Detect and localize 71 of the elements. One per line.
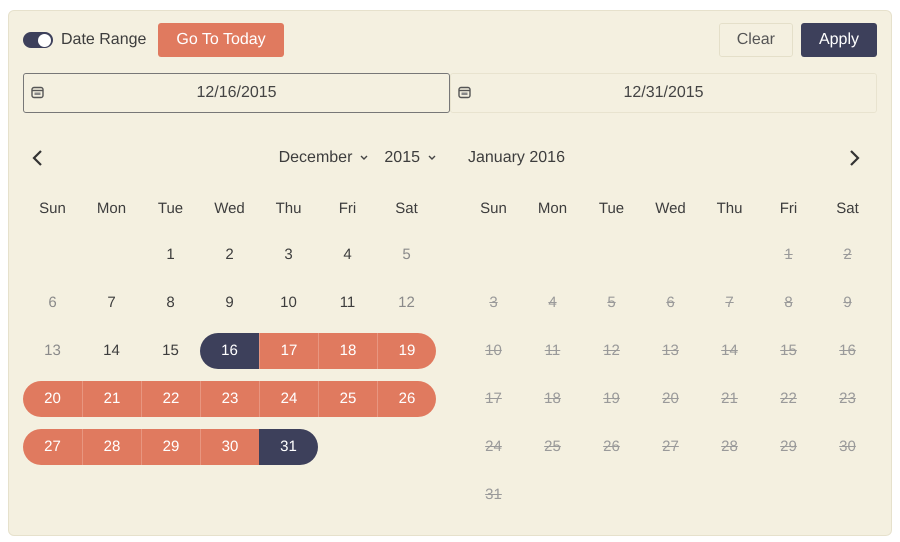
day-cell-text: 17 — [484, 388, 503, 409]
weekday-label: Mon — [96, 199, 128, 219]
day-cell-text: 5 — [606, 292, 617, 313]
day-cell[interactable]: 31 — [259, 429, 318, 465]
day-cell-text: 12 — [602, 340, 621, 361]
day-cell[interactable]: 11 — [318, 285, 377, 321]
day-cell-text: 27 — [661, 436, 680, 457]
day-cell-text: 16 — [838, 340, 857, 361]
weekday-label: Tue — [598, 199, 626, 219]
month-title: January 2016 — [468, 148, 565, 168]
day-cell-text: 3 — [488, 292, 499, 313]
day-cell-text: 18 — [543, 388, 562, 409]
day-cell[interactable]: 9 — [200, 285, 259, 321]
day-cell-text: 20 — [661, 388, 680, 409]
weekday-label: Mon — [536, 199, 568, 219]
day-cell-text: 26 — [602, 436, 621, 457]
weekday-label: Thu — [274, 199, 302, 219]
weekday-label: Sun — [38, 199, 67, 219]
day-cell[interactable]: 15 — [141, 333, 200, 369]
day-cell-text: 30 — [838, 436, 857, 457]
month-dropdown[interactable]: December — [278, 146, 368, 170]
clear-button[interactable]: Clear — [718, 23, 793, 57]
apply-button[interactable]: Apply — [800, 23, 877, 57]
day-cell[interactable]: 3 — [259, 237, 318, 273]
day-cell-text: 31 — [484, 484, 503, 505]
weekday-label: Fri — [338, 199, 358, 219]
weekday-label: Thu — [716, 199, 744, 219]
day-cell[interactable]: 8 — [141, 285, 200, 321]
day-cell-text: 25 — [543, 436, 562, 457]
day-cell-text: 2 — [842, 244, 853, 265]
chevron-down-icon — [360, 155, 368, 161]
day-cell-text: 15 — [779, 340, 798, 361]
chevron-down-icon — [428, 155, 436, 161]
day-cell-text: 19 — [602, 388, 621, 409]
day-cell-text: 14 — [720, 340, 739, 361]
date-input-field[interactable]: 12/31/2015 — [450, 73, 877, 113]
weekday-label: Fri — [778, 199, 798, 219]
day-cell-text: 28 — [720, 436, 739, 457]
toggle-switch[interactable] — [23, 32, 53, 48]
calendar-icon — [31, 86, 44, 99]
day-cell-text: 4 — [547, 292, 558, 313]
weekday-label: Wed — [213, 199, 246, 219]
day-cell-text: 1 — [783, 244, 794, 265]
day-cell-text: 23 — [838, 388, 857, 409]
toggle-label: Date Range — [61, 30, 146, 50]
day-cell-text: 29 — [779, 436, 798, 457]
day-cell-text: 9 — [842, 292, 853, 313]
day-cell[interactable]: 10 — [259, 285, 318, 321]
day-cell-text: 13 — [661, 340, 680, 361]
weekday-label: Sat — [394, 199, 419, 219]
weekday-label: Sun — [479, 199, 508, 219]
day-cell[interactable]: 1 — [141, 237, 200, 273]
day-cell-text: 6 — [665, 292, 676, 313]
day-cell-text: 21 — [720, 388, 739, 409]
date-input-field[interactable]: 12/16/2015 — [23, 73, 450, 113]
day-cell-text: 7 — [724, 292, 735, 313]
day-cell-text: 22 — [779, 388, 798, 409]
day-cell[interactable]: 14 — [82, 333, 141, 369]
weekday-label: Sat — [835, 199, 860, 219]
day-cell-text: 24 — [484, 436, 503, 457]
day-cell-text: 8 — [783, 292, 794, 313]
weekday-label: Wed — [654, 199, 687, 219]
calendar-icon — [458, 86, 471, 99]
year-dropdown[interactable]: 2015 — [384, 146, 436, 170]
day-cell[interactable]: 16 — [200, 333, 259, 369]
weekday-label: Tue — [156, 199, 184, 219]
day-cell[interactable]: 4 — [318, 237, 377, 273]
day-cell[interactable]: 2 — [200, 237, 259, 273]
day-cell-text: 11 — [544, 340, 562, 361]
day-cell-text: 10 — [484, 340, 503, 361]
day-cell[interactable]: 7 — [82, 285, 141, 321]
